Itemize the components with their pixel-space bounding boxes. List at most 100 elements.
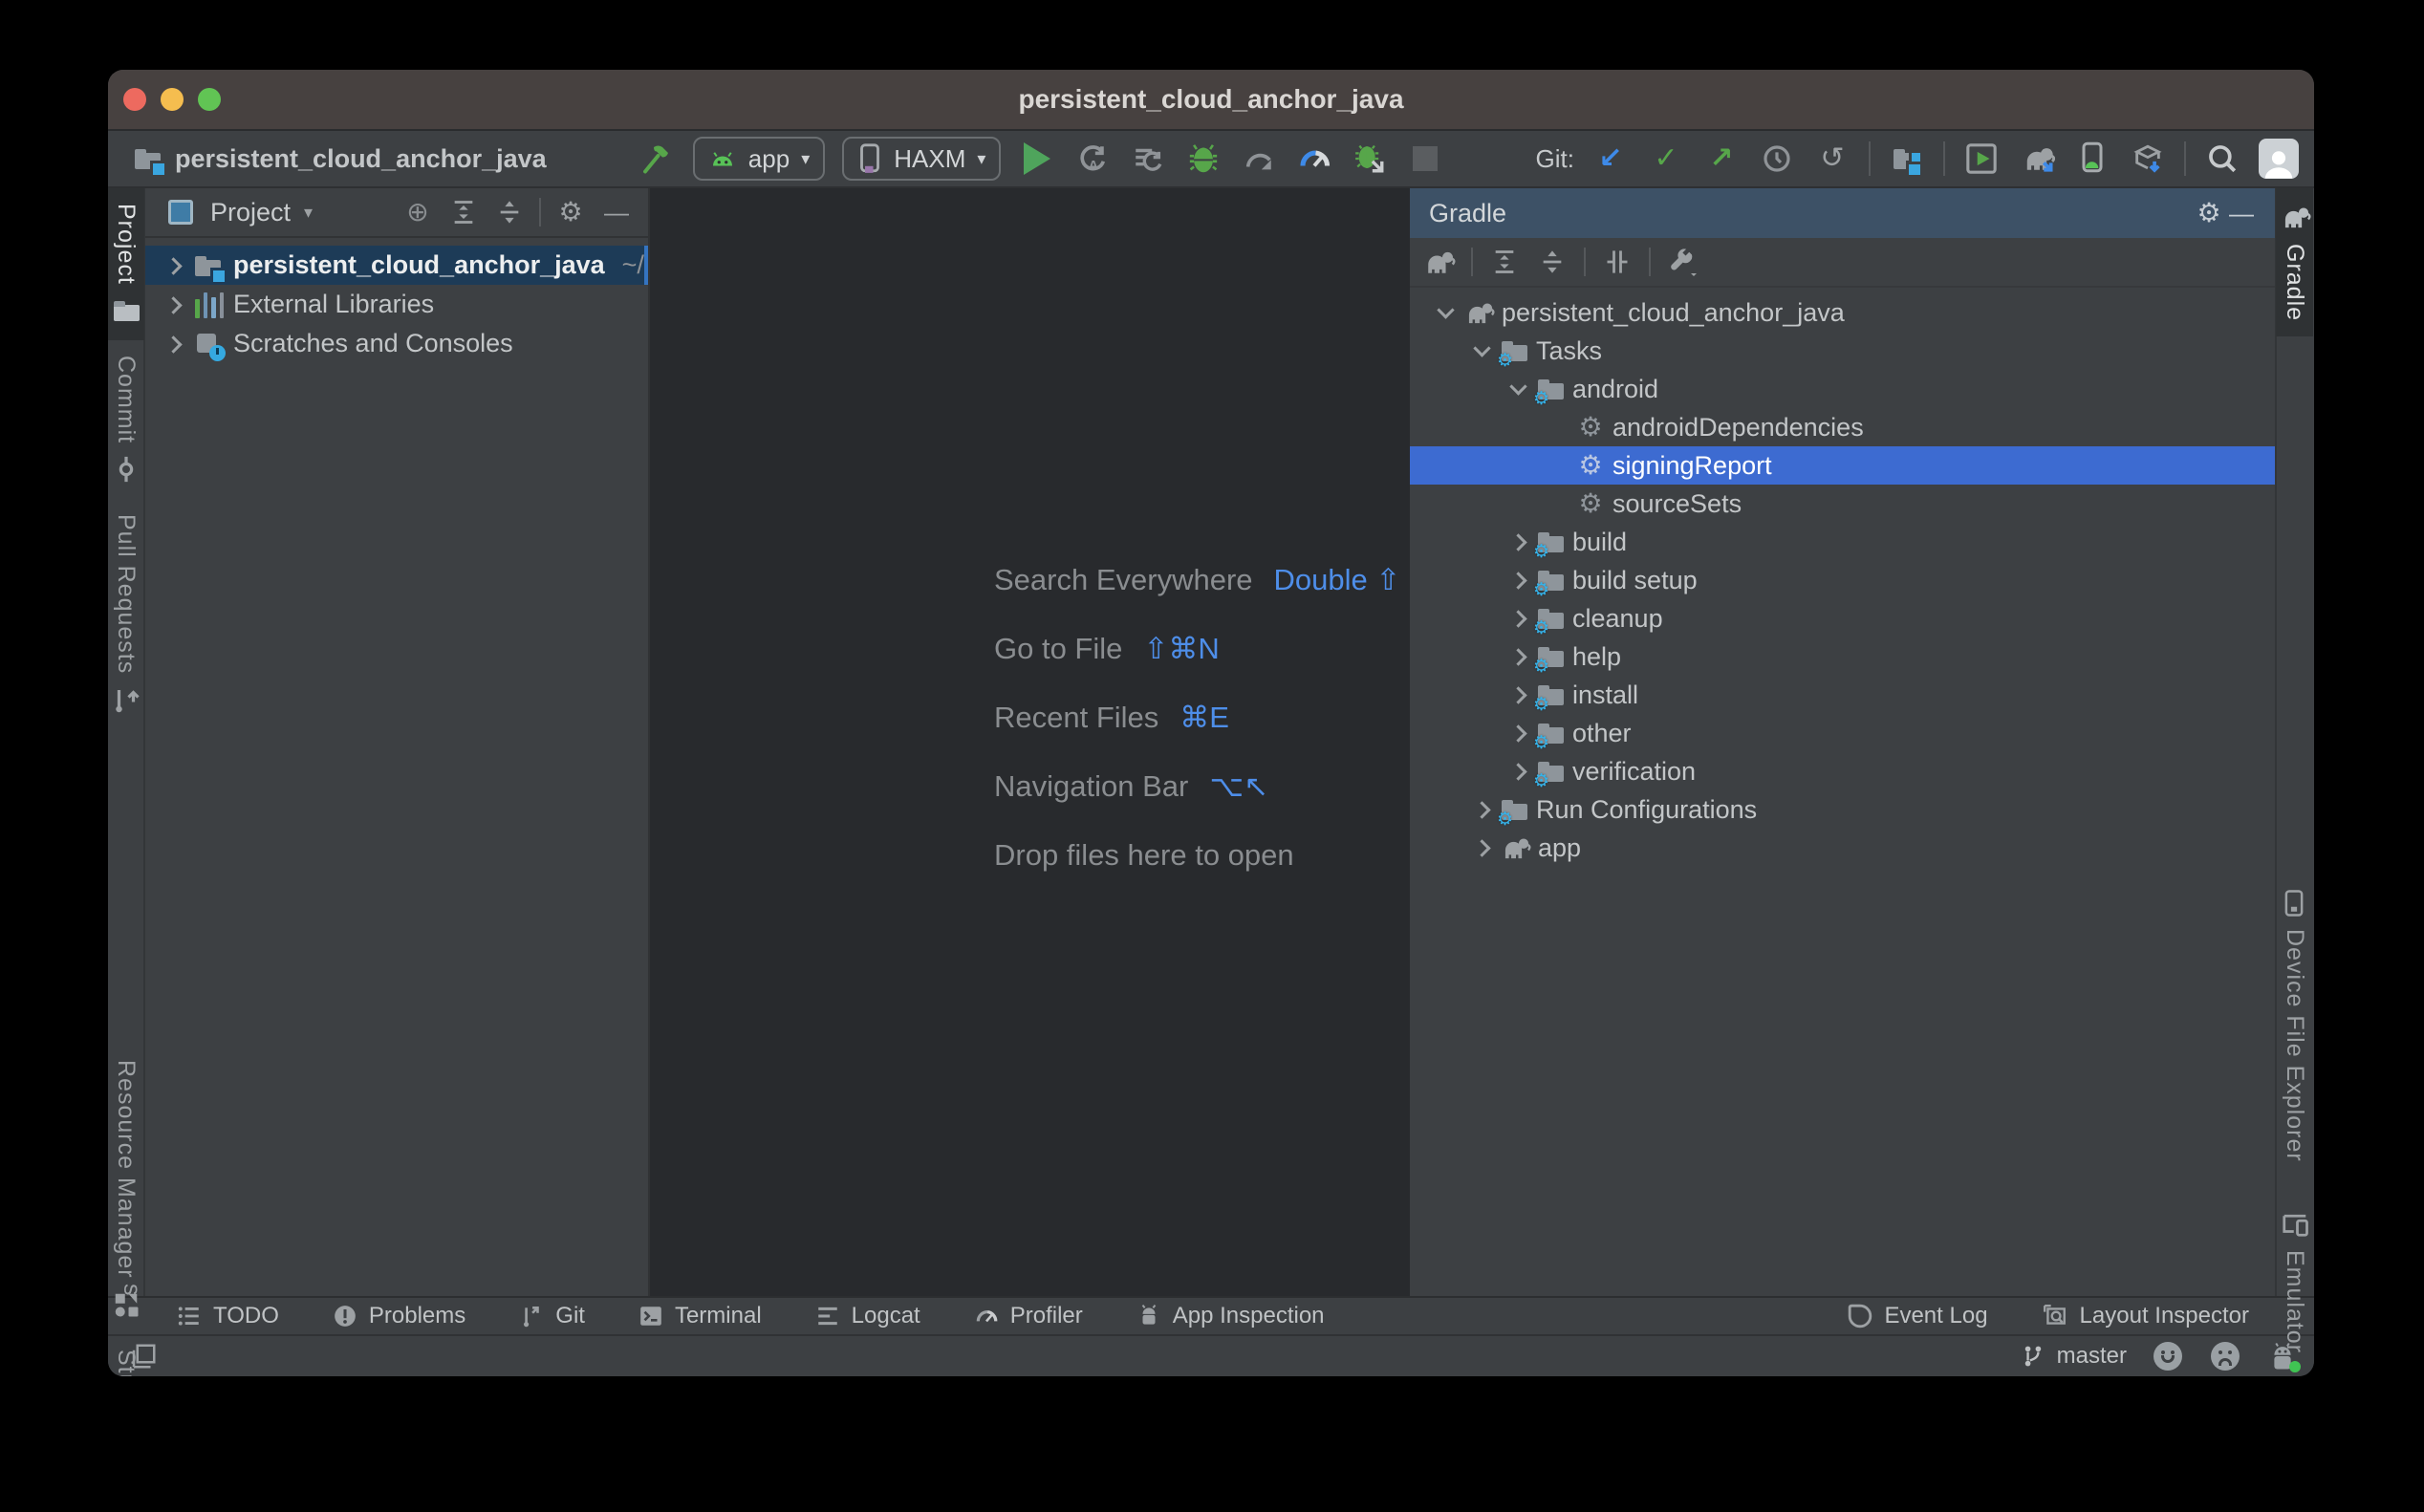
chevron-down-icon[interactable] <box>1431 299 1458 326</box>
git-update-button[interactable]: ↙ <box>1591 140 1630 178</box>
build-hammer-button[interactable] <box>638 140 676 178</box>
toolbar-app-inspection[interactable]: App Inspection <box>1136 1303 1325 1329</box>
toolbar-logcat[interactable]: Logcat <box>815 1303 920 1329</box>
search-everywhere-button[interactable] <box>2203 140 2241 178</box>
zoom-window-button[interactable] <box>198 88 221 111</box>
tree-row-project-root[interactable]: persistent_cloud_anchor_java ~/ <box>145 246 648 285</box>
chevron-right-icon[interactable] <box>1467 834 1494 861</box>
gradle-row-tasks[interactable]: ⚙ Tasks <box>1410 332 2275 370</box>
problems-icon <box>333 1304 357 1328</box>
gradle-refresh-icon[interactable] <box>1423 246 1456 278</box>
chevron-right-icon[interactable] <box>159 292 185 318</box>
offline-mode-icon[interactable] <box>1601 246 1634 278</box>
apply-code-changes-button[interactable] <box>1129 140 1167 178</box>
toolbar-profiler[interactable]: Profiler <box>974 1303 1083 1329</box>
feedback-sad-icon[interactable] <box>2209 1340 2241 1372</box>
toolbar-git[interactable]: Git <box>519 1303 585 1329</box>
gradle-row-cleanup[interactable]: ⚙ cleanup <box>1410 599 2275 637</box>
close-window-button[interactable] <box>123 88 146 111</box>
git-commit-button[interactable]: ✓ <box>1647 140 1685 178</box>
chevron-down-icon[interactable] <box>1504 376 1530 402</box>
gradle-row-run-configurations[interactable]: ⚙ Run Configurations <box>1410 790 2275 829</box>
toolbar-event-log[interactable]: Event Log <box>1848 1303 1987 1329</box>
git-history-button[interactable] <box>1758 140 1796 178</box>
chevron-down-icon[interactable]: ▾ <box>304 203 313 223</box>
gear-icon[interactable]: ⚙ <box>2193 197 2225 229</box>
stripe-button-clipped[interactable]: s <box>108 1284 145 1297</box>
hammer-icon <box>639 141 674 176</box>
toolbar-problems[interactable]: Problems <box>333 1303 465 1329</box>
stripe-button-commit[interactable]: Commit <box>108 340 144 499</box>
toolbar-terminal[interactable]: Terminal <box>638 1303 762 1329</box>
project-panel-title[interactable]: Project <box>210 198 291 227</box>
chevron-right-icon[interactable] <box>1504 529 1530 555</box>
rollback-button[interactable]: ↺ <box>1813 140 1851 178</box>
tasks-folder-icon: ⚙ <box>1536 604 1567 633</box>
sdk-manager-button[interactable] <box>2129 140 2167 178</box>
gradle-sync-button[interactable] <box>2018 140 2056 178</box>
gradle-row-android[interactable]: ⚙ android <box>1410 370 2275 408</box>
gradle-row-help[interactable]: ⚙ help <box>1410 637 2275 676</box>
gradle-row-sourceSets[interactable]: ⚙ sourceSets <box>1410 485 2275 523</box>
gradle-row-build[interactable]: ⚙ build <box>1410 523 2275 561</box>
chevron-down-icon[interactable] <box>1467 337 1494 364</box>
chevron-right-icon[interactable] <box>1504 758 1530 785</box>
profile-button[interactable] <box>1240 140 1278 178</box>
gradle-row-install[interactable]: ⚙ install <box>1410 676 2275 714</box>
avd-manager-button[interactable] <box>2073 140 2111 178</box>
locate-file-icon[interactable]: ⊕ <box>401 196 434 228</box>
minimize-window-button[interactable] <box>161 88 184 111</box>
git-push-button[interactable]: ↗ <box>1702 140 1741 178</box>
attach-debugger-button[interactable] <box>1351 140 1389 178</box>
feedback-happy-icon[interactable] <box>2152 1340 2184 1372</box>
stop-button[interactable] <box>1406 140 1444 178</box>
run-configuration-dropdown[interactable]: app ▾ <box>693 137 825 181</box>
profiler-gauge-button[interactable] <box>1295 140 1333 178</box>
chevron-right-icon[interactable] <box>1504 681 1530 708</box>
toolbar-todo[interactable]: TODO <box>177 1303 279 1329</box>
gradle-row-build-setup[interactable]: ⚙ build setup <box>1410 561 2275 599</box>
apply-changes-button[interactable]: A <box>1073 140 1112 178</box>
run-button[interactable] <box>1018 140 1056 178</box>
chevron-right-icon[interactable] <box>1504 720 1530 746</box>
gear-icon[interactable]: ⚙ <box>554 196 587 228</box>
hide-panel-icon[interactable]: — <box>600 196 633 228</box>
user-avatar[interactable] <box>2259 139 2299 179</box>
hide-panel-icon[interactable]: — <box>2225 197 2258 229</box>
git-branch-widget[interactable]: master <box>2021 1343 2127 1370</box>
stripe-button-project[interactable]: Project <box>108 188 144 340</box>
tree-row-scratches[interactable]: Scratches and Consoles <box>145 324 648 363</box>
gradle-row-other[interactable]: ⚙ other <box>1410 714 2275 752</box>
tree-row-external-libraries[interactable]: External Libraries <box>145 285 648 324</box>
android-status-icon[interactable] <box>2266 1340 2299 1372</box>
gradle-row-androidDependencies[interactable]: ⚙ androidDependencies <box>1410 408 2275 446</box>
gradle-row-root[interactable]: persistent_cloud_anchor_java <box>1410 293 2275 332</box>
chevron-right-icon[interactable] <box>159 252 185 279</box>
gradle-row-signingReport[interactable]: ⚙ signingReport <box>1410 446 2275 485</box>
chevron-right-icon[interactable] <box>1467 796 1494 823</box>
expand-all-icon[interactable] <box>1488 246 1521 278</box>
tasks-folder-icon: ⚙ <box>1500 336 1530 365</box>
task-gear-icon: ⚙ <box>1574 452 1607 479</box>
rollback-icon: ↺ <box>1820 144 1844 173</box>
chevron-right-icon[interactable] <box>1504 605 1530 632</box>
project-breadcrumb[interactable]: persistent_cloud_anchor_java <box>133 144 547 174</box>
gradle-row-app[interactable]: app <box>1410 829 2275 867</box>
chevron-right-icon[interactable] <box>159 331 185 357</box>
project-structure-button[interactable] <box>1888 140 1926 178</box>
toolbar-layout-inspector[interactable]: Layout Inspector <box>2042 1303 2249 1329</box>
gradle-settings-wrench-icon[interactable] <box>1666 246 1699 278</box>
chevron-right-icon[interactable] <box>1504 643 1530 670</box>
stripe-button-pull-requests[interactable]: Pull Requests <box>108 499 144 729</box>
collapse-all-icon[interactable] <box>493 196 526 228</box>
device-dropdown[interactable]: HAXM ▾ <box>842 137 1001 181</box>
collapse-all-icon[interactable] <box>1536 246 1569 278</box>
stripe-button-device-file-explorer[interactable]: Device File Explorer <box>2276 874 2313 1177</box>
gradle-row-verification[interactable]: ⚙ verification <box>1410 752 2275 790</box>
chevron-right-icon[interactable] <box>1504 567 1530 594</box>
avd-run-button[interactable] <box>1962 140 2001 178</box>
stripe-button-structure[interactable]: Structure <box>108 1334 144 1376</box>
debug-button[interactable] <box>1184 140 1223 178</box>
expand-all-icon[interactable] <box>447 196 480 228</box>
stripe-button-gradle[interactable]: Gradle <box>2276 188 2313 336</box>
